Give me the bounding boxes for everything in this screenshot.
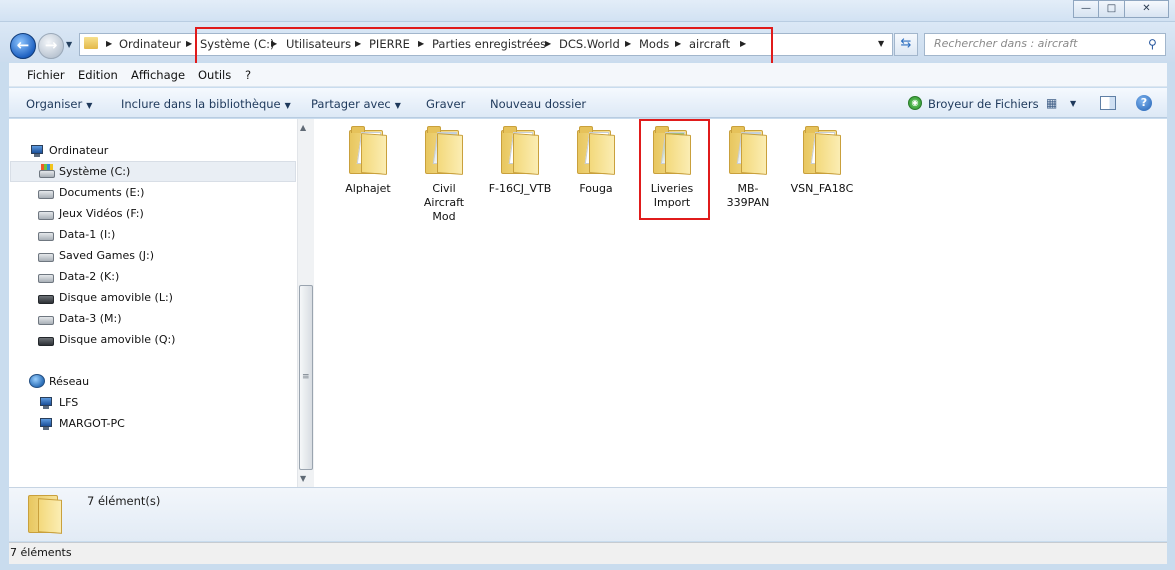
preview-pane-icon[interactable] bbox=[1100, 96, 1116, 110]
organize-label: Organiser bbox=[26, 97, 83, 111]
nav-item-disque-amovible-l[interactable]: Disque amovible (L:) bbox=[59, 291, 173, 304]
folder-item-fouga[interactable]: Fouga bbox=[560, 126, 632, 196]
back-arrow-icon: ← bbox=[16, 36, 30, 54]
organize-button[interactable]: Organiser ▼ bbox=[26, 97, 92, 111]
chevron-down-icon[interactable]: ▼ bbox=[1070, 99, 1076, 108]
refresh-button[interactable]: ⇆ bbox=[894, 33, 918, 56]
scroll-down-icon[interactable]: ▼ bbox=[300, 474, 306, 483]
folder-icon bbox=[84, 37, 98, 49]
history-dropdown-icon[interactable]: ▼ bbox=[66, 40, 72, 49]
include-library-label: Inclure dans la bibliothèque bbox=[121, 97, 281, 111]
status-bar bbox=[9, 542, 1167, 564]
removable-drive-icon bbox=[38, 337, 54, 346]
folder-label: VSN_FA18C bbox=[790, 182, 854, 195]
nav-item-data-3[interactable]: Data-3 (M:) bbox=[59, 312, 122, 325]
folder-item-mb-339pan[interactable]: MB-339PAN bbox=[712, 126, 784, 210]
forward-arrow-icon: → bbox=[44, 36, 58, 54]
network-icon bbox=[29, 374, 45, 388]
nav-item-data-2[interactable]: Data-2 (K:) bbox=[59, 270, 119, 283]
folder-icon bbox=[577, 126, 615, 175]
nav-item-ordinateur[interactable]: Ordinateur bbox=[49, 144, 108, 157]
folder-item-f-16cj-vtb[interactable]: F-16CJ_VTB bbox=[484, 126, 556, 196]
nav-item-margot-pc[interactable]: MARGOT-PC bbox=[59, 417, 125, 430]
nav-item-lfs[interactable]: LFS bbox=[59, 396, 78, 409]
system-drive-icon bbox=[39, 164, 55, 178]
nav-item-reseau[interactable]: Réseau bbox=[49, 375, 89, 388]
drive-icon bbox=[38, 190, 54, 199]
drive-icon bbox=[38, 316, 54, 325]
folder-item-civil-aircraft-mod[interactable]: Civil Aircraft Mod bbox=[408, 126, 480, 224]
drive-icon bbox=[38, 232, 54, 241]
folder-icon bbox=[425, 126, 463, 175]
menu-outils[interactable]: Outils bbox=[198, 68, 231, 82]
view-options-icon[interactable]: ▦ bbox=[1046, 96, 1060, 110]
share-button[interactable]: Partager avec ▼ bbox=[311, 97, 401, 111]
folder-label: Civil Aircraft Mod bbox=[423, 182, 465, 223]
breadcrumb-separator-icon[interactable]: ▶ bbox=[186, 39, 192, 48]
network-computer-icon bbox=[38, 418, 54, 431]
nav-item-documents[interactable]: Documents (E:) bbox=[59, 186, 144, 199]
nav-item-data-1[interactable]: Data-1 (I:) bbox=[59, 228, 115, 241]
nav-item-disque-amovible-q[interactable]: Disque amovible (Q:) bbox=[59, 333, 175, 346]
shredder-button[interactable]: Broyeur de Fichiers bbox=[928, 97, 1039, 111]
drive-icon bbox=[38, 274, 54, 283]
breadcrumb-separator-icon[interactable]: ▶ bbox=[106, 39, 112, 48]
folder-label: F-16CJ_VTB bbox=[488, 182, 552, 195]
folder-label: Alphajet bbox=[345, 182, 391, 195]
removable-drive-icon bbox=[38, 295, 54, 304]
title-bar bbox=[0, 0, 1175, 22]
folder-label: Fouga bbox=[579, 182, 613, 195]
highlight-address-box bbox=[195, 27, 773, 67]
window-controls: — □ ✕ bbox=[1073, 0, 1169, 18]
drive-icon bbox=[38, 253, 54, 262]
back-button[interactable]: ← bbox=[10, 33, 36, 59]
folder-icon bbox=[28, 492, 68, 534]
chevron-down-icon: ▼ bbox=[394, 101, 401, 110]
search-icon[interactable]: ⚲ bbox=[1148, 37, 1157, 51]
highlight-liveries-import bbox=[639, 119, 710, 220]
help-icon[interactable]: ? bbox=[1136, 95, 1152, 111]
nav-item-jeux-videos[interactable]: Jeux Vidéos (F:) bbox=[59, 207, 144, 220]
folder-icon bbox=[729, 126, 767, 175]
scroll-grip-icon: ≡ bbox=[302, 372, 310, 382]
folder-item-alphajet[interactable]: Alphajet bbox=[332, 126, 404, 196]
details-pane bbox=[9, 487, 1167, 541]
status-text: 7 éléments bbox=[10, 546, 72, 559]
scroll-up-icon[interactable]: ▲ bbox=[300, 123, 306, 132]
minimize-button[interactable]: — bbox=[1073, 0, 1099, 18]
drive-icon bbox=[38, 211, 54, 220]
burn-button[interactable]: Graver bbox=[426, 97, 465, 111]
menu-edition[interactable]: Edition bbox=[78, 68, 118, 82]
item-count: 7 élément(s) bbox=[87, 494, 161, 508]
menu-help[interactable]: ? bbox=[245, 68, 251, 82]
shredder-icon[interactable]: ◉ bbox=[908, 96, 922, 110]
nav-item-systeme[interactable]: Système (C:) bbox=[59, 165, 130, 178]
folder-label: MB-339PAN bbox=[726, 182, 770, 209]
computer-icon bbox=[29, 145, 45, 158]
folder-icon bbox=[349, 126, 387, 175]
menu-fichier[interactable]: Fichier bbox=[27, 68, 65, 82]
nav-item-saved-games[interactable]: Saved Games (J:) bbox=[59, 249, 154, 262]
menu-affichage[interactable]: Affichage bbox=[131, 68, 185, 82]
folder-item-vsn-fa18c[interactable]: VSN_FA18C bbox=[786, 126, 858, 196]
refresh-icon: ⇆ bbox=[900, 36, 912, 51]
address-dropdown-icon[interactable]: ▼ bbox=[878, 39, 884, 48]
close-button[interactable]: ✕ bbox=[1125, 0, 1169, 18]
maximize-button[interactable]: □ bbox=[1099, 0, 1125, 18]
chevron-down-icon: ▼ bbox=[86, 101, 93, 110]
folder-icon bbox=[501, 126, 539, 175]
breadcrumb-ordinateur[interactable]: Ordinateur bbox=[119, 37, 181, 51]
network-computer-icon bbox=[38, 397, 54, 410]
include-library-button[interactable]: Inclure dans la bibliothèque ▼ bbox=[121, 97, 291, 111]
forward-button[interactable]: → bbox=[38, 33, 64, 59]
new-folder-button[interactable]: Nouveau dossier bbox=[490, 97, 586, 111]
share-label: Partager avec bbox=[311, 97, 391, 111]
chevron-down-icon: ▼ bbox=[284, 101, 291, 110]
search-placeholder: Rechercher dans : aircraft bbox=[934, 37, 1078, 50]
folder-icon bbox=[803, 126, 841, 175]
